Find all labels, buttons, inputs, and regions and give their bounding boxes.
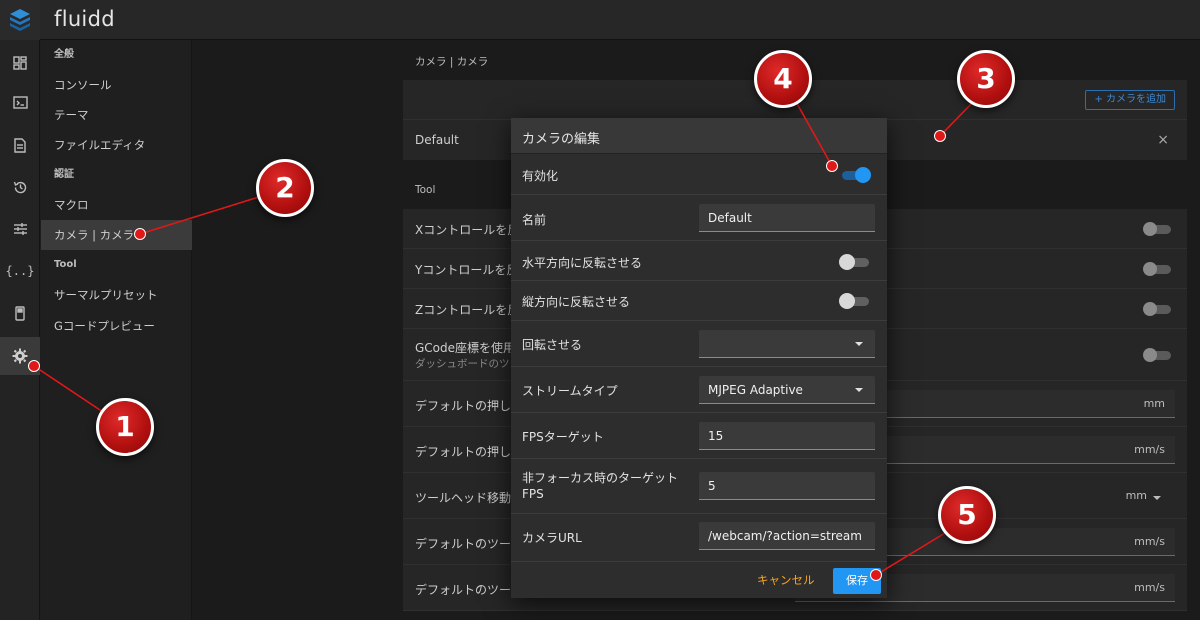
annotation-dot-2 [134, 228, 146, 240]
setting-label: ツールヘッド移動 [415, 491, 512, 505]
toggle-switch[interactable] [1143, 348, 1173, 362]
rotate-label: 回転させる [522, 338, 583, 352]
unfocus-fps-input-value: 5 [708, 479, 716, 493]
dashboard-icon[interactable] [0, 44, 40, 82]
dialog-row-flip-vertical: 縦方向に反転させる [511, 281, 887, 321]
stream-type-label: ストリームタイプ [522, 384, 618, 398]
name-input[interactable]: Default [699, 204, 875, 232]
file-icon[interactable] [0, 126, 40, 164]
flip-horizontal-toggle[interactable] [839, 254, 871, 270]
cancel-button[interactable]: キャンセル [757, 572, 815, 588]
unit-label: mm/s [1134, 581, 1165, 594]
camera-entry-name: Default [415, 133, 459, 147]
unit-label: mm [1143, 397, 1165, 410]
setting-label: デフォルトの押し [415, 399, 512, 413]
setting-label: デフォルトのツー [415, 537, 512, 551]
flip-horizontal-label: 水平方向に反転させる [522, 256, 643, 270]
nav-item-gcode-preview[interactable]: Gコードプレビュー [41, 311, 192, 341]
edit-camera-dialog: カメラの編集 有効化 名前 Default 水平方向に反転させる 縦方向に反転さ… [511, 118, 887, 598]
dialog-row-flip-horizontal: 水平方向に反転させる [511, 241, 887, 281]
top-bar: fluidd [0, 0, 1200, 40]
annotation-dot-1 [28, 360, 40, 372]
nav-item-macros[interactable]: マクロ [41, 190, 192, 220]
enabled-toggle[interactable] [839, 167, 871, 183]
rotate-select[interactable] [699, 330, 875, 358]
unit-label: mm/s [1134, 443, 1165, 456]
unit-label: mm [1125, 489, 1147, 502]
annotation-dot-3 [934, 130, 946, 142]
flip-vertical-toggle[interactable] [839, 293, 871, 309]
nav-item-auth[interactable]: 認証 [41, 160, 192, 190]
setting-label: Zコントロールを反 [415, 303, 520, 317]
history-icon[interactable] [0, 168, 40, 206]
chevron-down-icon [855, 388, 863, 392]
console-icon[interactable] [0, 83, 40, 121]
settings-nav: 全般 コンソール テーマ ファイルエディタ 認証 マクロ カメラ | カメラ T… [41, 40, 192, 620]
chevron-down-icon [855, 342, 863, 346]
unfocus-fps-label-suffix: FPS [522, 487, 544, 501]
code-braces-icon[interactable]: {..} [0, 252, 40, 290]
annotation-badge-4: 4 [754, 50, 812, 108]
fluidd-logo-icon[interactable] [0, 0, 40, 40]
add-camera-button[interactable]: + カメラを追加 [1085, 90, 1175, 110]
dialog-row-unfocus-fps: 非フォーカス時のターゲット FPS 5 [511, 459, 887, 514]
nav-item-file-editor[interactable]: ファイルエディタ [41, 130, 192, 160]
nav-item-console[interactable]: コンソール [41, 70, 192, 100]
name-input-value: Default [708, 211, 752, 225]
setting-label: GCode座標を使用 [415, 341, 516, 355]
tune-icon[interactable] [0, 210, 40, 248]
annotation-badge-5: 5 [938, 486, 996, 544]
chevron-down-icon [1153, 496, 1161, 500]
stream-type-select[interactable]: MJPEG Adaptive [699, 376, 875, 404]
dialog-title: カメラの編集 [522, 132, 601, 147]
annotation-badge-3: 3 [957, 50, 1015, 108]
nav-item-thermal-presets[interactable]: サーマルプリセット [41, 280, 192, 310]
dialog-row-fps: FPSターゲット 15 [511, 413, 887, 459]
setting-label: Xコントロールを反 [415, 223, 520, 237]
toggle-switch[interactable] [1143, 302, 1173, 316]
unfocus-fps-input[interactable]: 5 [699, 472, 875, 500]
annotation-badge-2: 2 [256, 159, 314, 217]
toggle-switch[interactable] [1143, 222, 1173, 236]
fps-input-value: 15 [708, 429, 724, 443]
annotation-dot-5 [870, 569, 882, 581]
icon-rail: {..} [0, 40, 40, 620]
dialog-row-stream-type: ストリームタイプ MJPEG Adaptive [511, 367, 887, 413]
dialog-row-name: 名前 Default [511, 195, 887, 241]
setting-label: デフォルトの押し [415, 445, 512, 459]
name-label: 名前 [522, 213, 547, 227]
delete-camera-icon[interactable]: × [1157, 132, 1169, 148]
dialog-header: カメラの編集 [511, 118, 887, 154]
stream-type-select-value: MJPEG Adaptive [708, 383, 803, 397]
camera-url-input-value: /webcam/?action=stream [708, 529, 862, 543]
annotation-badge-1: 1 [96, 398, 154, 456]
nav-item-theme[interactable]: テーマ [41, 100, 192, 130]
unit-label: mm/s [1134, 535, 1165, 548]
fps-input[interactable]: 15 [699, 422, 875, 450]
setting-sublabel: ダッシュボードのツ [415, 358, 510, 370]
setting-label: デフォルトのツー [415, 583, 512, 597]
nav-item-general[interactable]: 全般 [41, 40, 192, 70]
tool-section-title: Tool [415, 184, 436, 196]
enabled-label: 有効化 [522, 169, 559, 183]
dialog-footer: キャンセル 保存 [511, 562, 887, 598]
annotation-dot-4 [826, 160, 838, 172]
unfocus-fps-label: 非フォーカス時のターゲット [522, 471, 679, 485]
nav-item-tool[interactable]: Tool [41, 250, 192, 280]
app-title: fluidd [54, 7, 115, 31]
nav-item-camera[interactable]: カメラ | カメラ [41, 220, 192, 250]
setting-label: Yコントロールを反 [415, 263, 519, 277]
flip-vertical-label: 縦方向に反転させる [522, 295, 631, 309]
fps-label: FPSターゲット [522, 430, 604, 444]
toggle-switch[interactable] [1143, 262, 1173, 276]
device-icon[interactable] [0, 294, 40, 332]
camera-url-input[interactable]: /webcam/?action=stream [699, 522, 875, 550]
camera-url-label: カメラURL [522, 531, 582, 545]
camera-section-title: カメラ | カメラ [415, 56, 489, 68]
dialog-row-rotate: 回転させる [511, 321, 887, 367]
dialog-row-camera-url: カメラURL /webcam/?action=stream [511, 514, 887, 562]
